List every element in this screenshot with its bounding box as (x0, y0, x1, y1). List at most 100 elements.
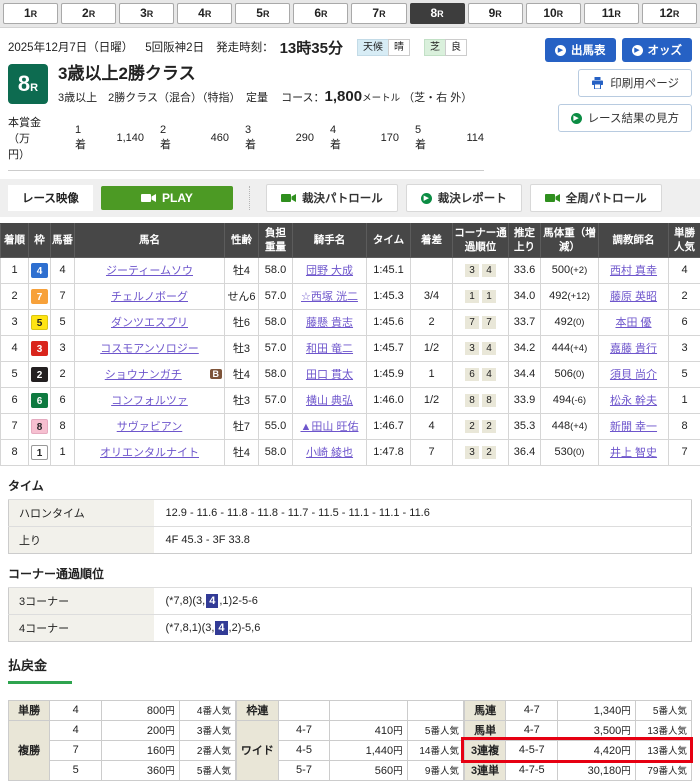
carried-weight: 58.0 (259, 361, 293, 387)
race-tab-8r[interactable]: 8R (410, 3, 465, 24)
corner-position-tag: 4 (482, 342, 496, 355)
results-header-cell: 推定上り (509, 224, 541, 257)
result-guide-button[interactable]: ▶ レース結果の見方 (558, 104, 692, 132)
stewards-patrol-button[interactable]: 裁決パトロール (266, 184, 398, 212)
race-tab-number: 3 (140, 6, 147, 20)
horse-name-link[interactable]: コンフォルツァ (111, 395, 188, 407)
jockey-name-link[interactable]: 和田 竜二 (306, 343, 353, 355)
entries-button-label: 出馬表 (571, 42, 606, 58)
weather-label: 天候 (357, 39, 388, 56)
race-tab-7r[interactable]: 7R (351, 3, 406, 24)
race-tab-9r[interactable]: 9R (468, 3, 523, 24)
entries-button[interactable]: ▶ 出馬表 (545, 38, 616, 62)
race-tab-4r[interactable]: 4R (177, 3, 232, 24)
payout-amount: 3,500円 (558, 720, 635, 740)
race-tab-suffix: R (557, 9, 564, 19)
trainer-name-link[interactable]: 西村 真幸 (610, 265, 657, 277)
race-tab-5r[interactable]: 5R (235, 3, 290, 24)
race-tab-2r[interactable]: 2R (61, 3, 116, 24)
time-section-heading: タイム (8, 477, 692, 494)
horse-name-link[interactable]: チェルノボーグ (111, 291, 188, 303)
result-row: 788サヴァビアン牡755.0▲田山 旺佑1:46.742235.3448(+4… (1, 413, 700, 439)
payout-amount-value: 200 (147, 725, 165, 737)
odds-button[interactable]: ▶ オッズ (622, 38, 693, 62)
payout-bet-type: 馬単 (465, 720, 506, 740)
payout-section: 払戻金 単勝4800円4番人気複勝4200円3番人気7160円2番人気5360円… (0, 655, 700, 781)
play-button[interactable]: PLAY (101, 186, 233, 210)
finish-time: 1:47.8 (367, 439, 411, 465)
all-round-patrol-button[interactable]: 全周パトロール (530, 184, 662, 212)
stewards-report-button[interactable]: ▶ 裁決レポート (406, 184, 522, 212)
prize-place: 3着 (245, 124, 256, 152)
carried-weight: 58.0 (259, 309, 293, 335)
race-tab-10r[interactable]: 10R (526, 3, 581, 24)
corner-position-tag: 2 (482, 446, 496, 459)
prize-place: 4着 (330, 124, 341, 152)
all-round-patrol-label: 全周パトロール (566, 190, 647, 206)
payout-bet-type: 枠連 (237, 700, 279, 720)
race-tab-suffix: R (673, 9, 680, 19)
jockey-name-link[interactable]: 藤懸 貴志 (306, 317, 353, 329)
horse-name-link[interactable]: ショウナンガチ (105, 369, 182, 381)
trainer-name-link[interactable]: 新開 幸一 (610, 421, 657, 433)
horse-name-link[interactable]: ジーティームソウ (106, 265, 193, 277)
race-tab-number: 12 (659, 6, 672, 20)
jockey-cell: 団野 大成 (293, 257, 367, 283)
divider (249, 186, 250, 210)
race-tab-suffix: R (31, 9, 38, 19)
sex-age: 牡7 (225, 413, 259, 439)
payout-combination: 7 (50, 740, 102, 760)
jockey-name-link[interactable]: 小崎 綾也 (306, 447, 353, 459)
payout-row: 枠連 (237, 700, 464, 720)
corner-positions: 64 (453, 361, 509, 387)
prize-money-label: 本賞金（万円） (8, 114, 45, 162)
jockey-name-link[interactable]: 横山 典弘 (306, 395, 353, 407)
jockey-name-link[interactable]: ☆西塚 洸二 (301, 291, 358, 303)
race-tab-6r[interactable]: 6R (293, 3, 348, 24)
carried-weight: 57.0 (259, 283, 293, 309)
race-tab-3r[interactable]: 3R (119, 3, 174, 24)
race-tab-suffix: R (437, 9, 444, 19)
payout-amount-unit: 円 (165, 706, 175, 717)
payout-favorite-suffix: 番人気 (658, 706, 687, 717)
turf-value: 良 (445, 39, 467, 56)
payout-favorite-suffix: 番人気 (430, 766, 459, 777)
race-tab-12r[interactable]: 12R (642, 3, 697, 24)
payout-combination: 5 (50, 760, 102, 780)
body-weight-cell: 448(+4) (541, 413, 599, 439)
horse-name-link[interactable]: コスモアンソロジー (100, 343, 199, 355)
trainer-cell: 新開 幸一 (599, 413, 669, 439)
frame-number-badge: 3 (31, 341, 48, 356)
print-page-button[interactable]: 印刷用ページ (578, 69, 692, 97)
horse-name-link[interactable]: サヴァビアン (117, 421, 183, 433)
course-label: コース： (281, 92, 324, 104)
trainer-name-link[interactable]: 松永 幹夫 (610, 395, 657, 407)
payout-amount: 30,180円 (558, 760, 635, 780)
body-weight: 500 (552, 264, 570, 276)
video-camera-icon (545, 193, 560, 203)
trainer-name-link[interactable]: 嘉藤 貴行 (610, 343, 657, 355)
results-header-cell: 調教師名 (599, 224, 669, 257)
payout-combination: 4-7 (506, 720, 558, 740)
race-tab-suffix: R (321, 9, 328, 19)
horse-name-link[interactable]: オリエンタルナイト (100, 447, 199, 459)
trainer-name-link[interactable]: 本田 優 (615, 317, 651, 329)
trainer-name-link[interactable]: 井上 智史 (610, 447, 657, 459)
payout-favorite-rank: 14 (419, 746, 430, 757)
jockey-name-link[interactable]: ▲田山 旺佑 (301, 421, 359, 433)
payout-amount: 560円 (330, 760, 407, 780)
corner-order-pre: (*7,8)(3, (166, 595, 206, 607)
trainer-name-link[interactable]: 藤原 英昭 (610, 291, 657, 303)
payout-amount: 160円 (102, 740, 180, 760)
results-header-cell: 性齢 (225, 224, 259, 257)
trainer-name-link[interactable]: 須貝 尚介 (610, 369, 657, 381)
body-weight: 530 (555, 446, 573, 458)
win-favorite-rank: 5 (669, 361, 700, 387)
green-underline (8, 681, 72, 684)
jockey-name-link[interactable]: 田口 貫太 (306, 369, 353, 381)
jockey-name-link[interactable]: 団野 大成 (306, 265, 353, 277)
race-tab-11r[interactable]: 11R (584, 3, 639, 24)
race-tab-1r[interactable]: 1R (3, 3, 58, 24)
payout-table: 馬連4-71,340円5番人気馬単4-73,500円13番人気3連複4-5-74… (464, 700, 692, 781)
horse-name-link[interactable]: ダンツエスプリ (111, 317, 188, 329)
